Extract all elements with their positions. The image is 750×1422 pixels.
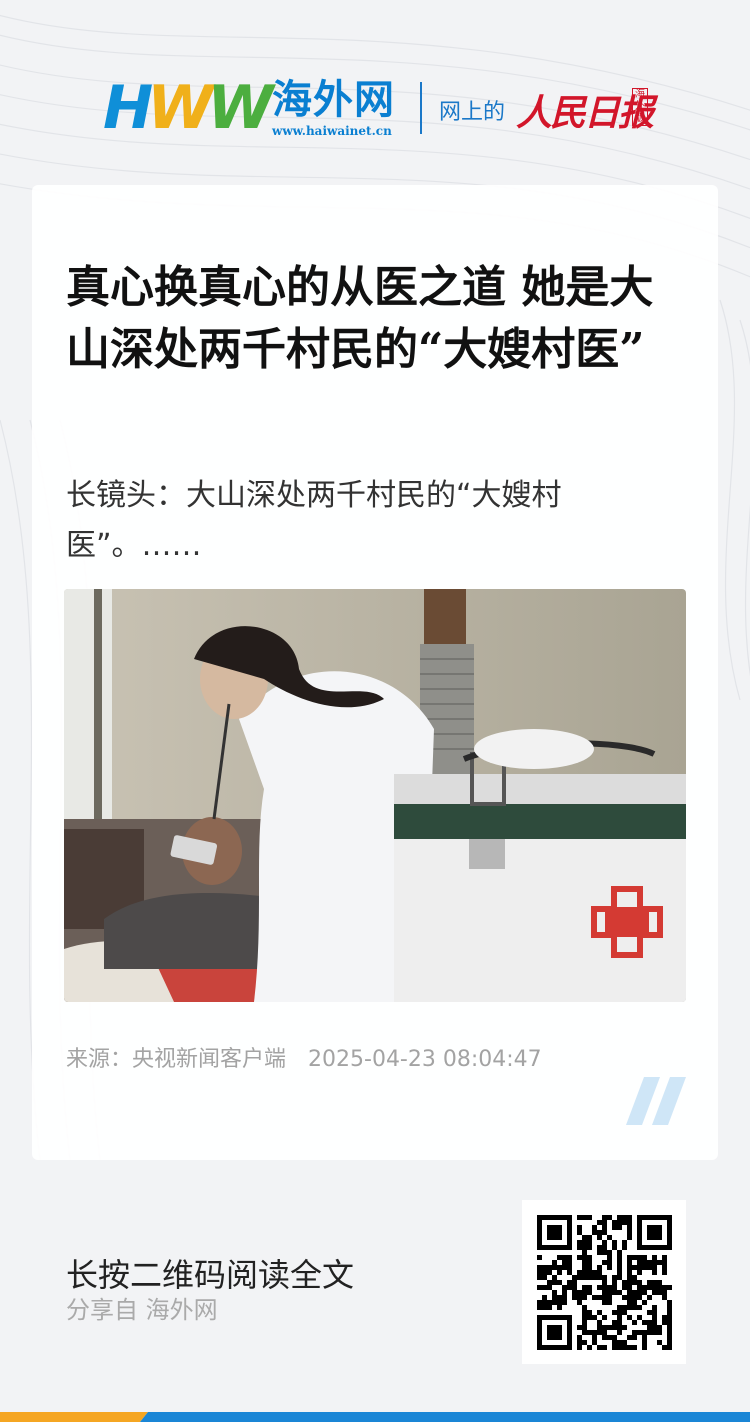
- article-photo: [64, 589, 686, 1002]
- hww-logo: HWW: [103, 78, 274, 138]
- article-card[interactable]: 真心换真心的从医之道 她是大山深处两千村民的“大嫂村医” 长镜头：大山深处两千村…: [32, 185, 718, 1160]
- footer: 长按二维码阅读全文 分享自 海外网: [0, 1160, 750, 1412]
- hww-letter-w2: W: [207, 73, 273, 143]
- site-url: www.haiwainet.cn: [272, 124, 392, 138]
- quote-slash-icon: [626, 1077, 686, 1125]
- footer-share-from: 分享自 海外网: [66, 1296, 218, 1324]
- tagline: 网上的: [439, 100, 506, 125]
- photo-illustration: [64, 589, 686, 1002]
- bottom-accent-bar: [0, 1412, 750, 1422]
- hww-letter-w1: W: [147, 73, 213, 143]
- qr-code[interactable]: [522, 1200, 686, 1364]
- article-meta: 来源：央视新闻客户端 2025-04-23 08:04:47: [66, 1041, 542, 1073]
- article-title: 真心换真心的从医之道 她是大山深处两千村民的“大嫂村医”: [66, 262, 654, 375]
- article-source: 来源：央视新闻客户端: [66, 1047, 287, 1072]
- header-logo-bar: HWW 海外网 www.haiwainet.cn 网上的 人民日报 海外版: [0, 70, 750, 150]
- hww-letter-h: H: [103, 73, 153, 143]
- article-summary: 长镜头：大山深处两千村民的“大嫂村医”。……: [66, 478, 562, 563]
- partner-edition-tag: 海外版: [632, 88, 648, 126]
- qr-code-image: [537, 1215, 672, 1350]
- article-timestamp: 2025-04-23 08:04:47: [308, 1047, 542, 1072]
- site-name-cn: 海外网: [272, 77, 395, 123]
- logo-divider: [420, 82, 422, 134]
